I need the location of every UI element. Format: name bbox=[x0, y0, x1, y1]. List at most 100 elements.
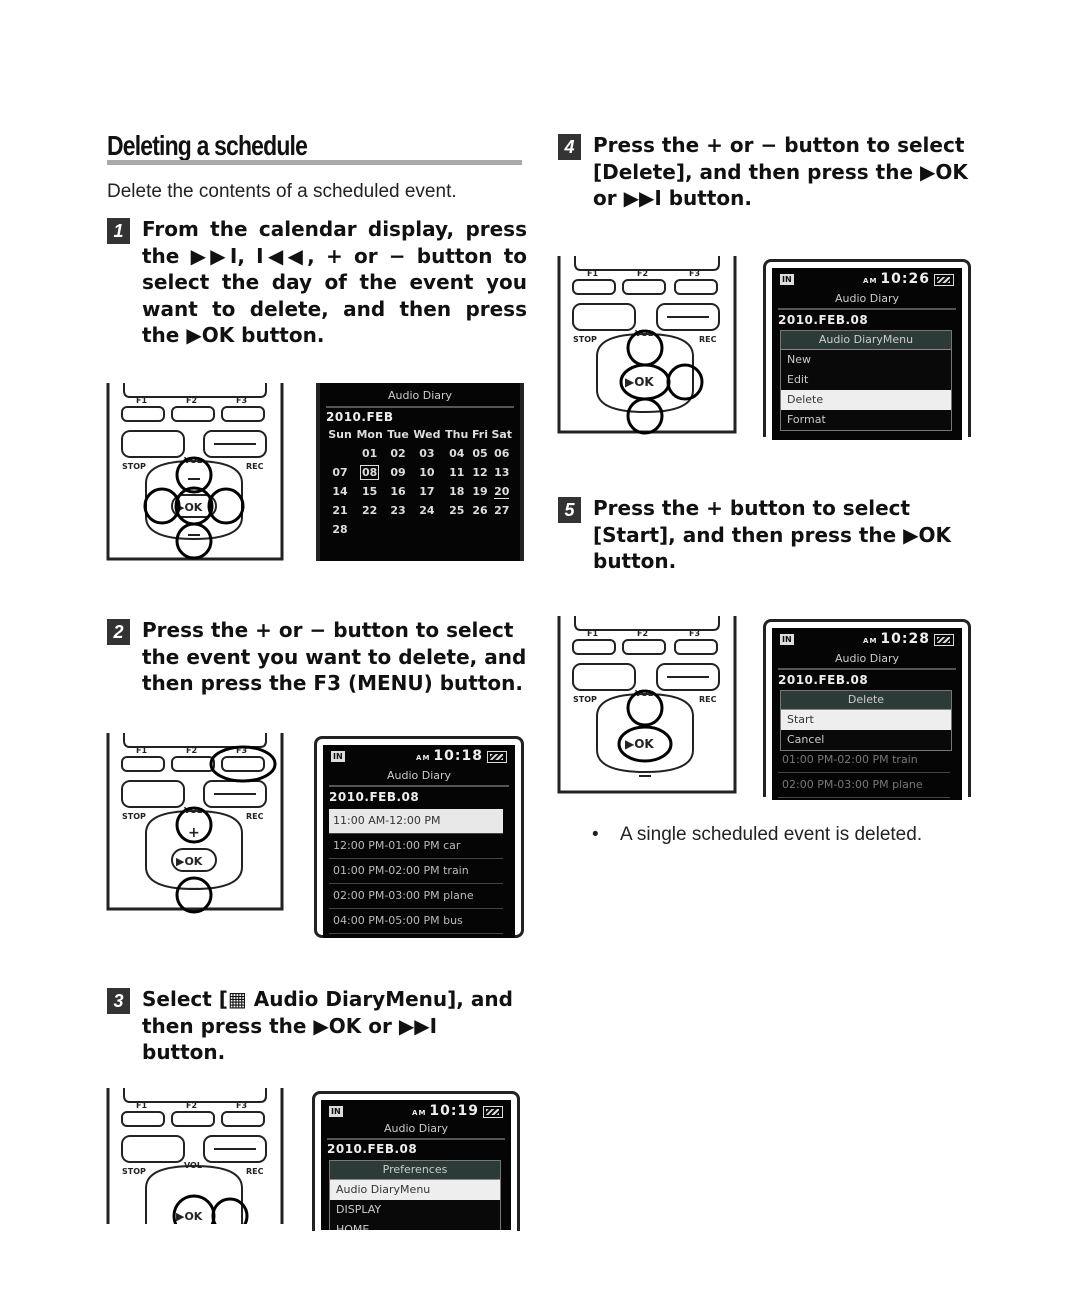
screen-date: 2010.FEB.08 bbox=[327, 1142, 418, 1156]
calendar-day[interactable]: 05 bbox=[471, 444, 490, 463]
event-row[interactable]: 02:00 PM-03:00 PM plane bbox=[329, 884, 503, 909]
delete-confirm-screen: IN AM 10:28 Audio Diary 2010.FEB.08 01:00… bbox=[772, 628, 962, 800]
clock: AM 10:28 bbox=[863, 631, 930, 647]
weekday-header: Wed bbox=[413, 428, 441, 441]
status-bar: IN AM 10:28 bbox=[780, 631, 954, 648]
calendar-day[interactable]: 26 bbox=[471, 501, 490, 520]
page-title: Deleting a schedule bbox=[107, 130, 308, 161]
menu-item[interactable]: Start bbox=[781, 710, 951, 730]
svg-text:▶OK: ▶OK bbox=[176, 855, 203, 868]
screen-date: 2010.FEB.08 bbox=[778, 313, 869, 327]
calendar-day[interactable]: 11 bbox=[443, 463, 471, 482]
weekday-header: Sun bbox=[328, 428, 352, 441]
calendar-day[interactable]: 27 bbox=[490, 501, 515, 520]
menu-item[interactable]: Cancel bbox=[781, 730, 951, 750]
svg-text:STOP: STOP bbox=[573, 335, 597, 344]
calendar-day[interactable]: 02 bbox=[385, 444, 411, 463]
calendar-day[interactable]: 19 bbox=[471, 482, 490, 501]
menu-item[interactable]: Delete bbox=[781, 390, 951, 410]
calendar-grid: Sun Mon Tue Wed Thu Fri Sat 01 02 03 04 05 06 07 08 09 1… bbox=[326, 425, 514, 539]
svg-text:−: − bbox=[188, 881, 200, 897]
svg-text:▶OK: ▶OK bbox=[625, 375, 654, 389]
calendar-day[interactable]: 23 bbox=[385, 501, 411, 520]
calendar-day[interactable]: 24 bbox=[411, 501, 443, 520]
calendar-day[interactable]: 25 bbox=[443, 501, 471, 520]
calendar-day[interactable]: 18 bbox=[443, 482, 471, 501]
calendar-day[interactable]: 16 bbox=[385, 482, 411, 501]
clock: AM 10:26 bbox=[863, 271, 930, 287]
battery-icon bbox=[487, 751, 507, 763]
svg-text:VOL: VOL bbox=[184, 1161, 202, 1170]
step-number: 1 bbox=[107, 218, 130, 244]
calendar-day[interactable]: 10 bbox=[411, 463, 443, 482]
calendar-day[interactable]: 12 bbox=[471, 463, 490, 482]
calendar-day[interactable]: 06 bbox=[490, 444, 515, 463]
calendar-day[interactable]: 04 bbox=[443, 444, 471, 463]
svg-text:F3: F3 bbox=[689, 269, 700, 278]
memory-indicator: IN bbox=[331, 751, 345, 762]
calendar-day[interactable]: 03 bbox=[411, 444, 443, 463]
step-3: 3 Select [▦ Audio DiaryMenu], and then p… bbox=[107, 986, 527, 1066]
event-row[interactable]: 11:00 AM-12:00 PM bbox=[329, 809, 503, 834]
calendar-day[interactable]: 21 bbox=[326, 501, 354, 520]
screen-title: Audio Diary bbox=[383, 1122, 449, 1135]
svg-text:STOP: STOP bbox=[573, 695, 597, 704]
svg-text:+: + bbox=[188, 825, 200, 841]
calendar-day[interactable]: 22 bbox=[354, 501, 385, 520]
battery-icon bbox=[934, 274, 954, 286]
svg-text:STOP: STOP bbox=[122, 1167, 146, 1176]
calendar-day[interactable]: 17 bbox=[411, 482, 443, 501]
menu-item[interactable]: Audio DiaryMenu bbox=[330, 1180, 500, 1200]
event-row[interactable]: 12:00 PM-01:00 PM car bbox=[329, 834, 503, 859]
f2-button bbox=[171, 406, 215, 422]
svg-text:F2: F2 bbox=[186, 396, 197, 405]
svg-text:▶OK: ▶OK bbox=[176, 1210, 203, 1223]
menu-item[interactable]: HOME bbox=[330, 1220, 500, 1230]
calendar-day[interactable]: 14 bbox=[326, 482, 354, 501]
note-text: A single scheduled event is deleted. bbox=[620, 824, 923, 845]
f3-button bbox=[221, 406, 265, 422]
svg-text:REC: REC bbox=[246, 462, 264, 471]
status-bar: IN AM 10:26 bbox=[780, 271, 954, 288]
calendar-day[interactable]: 13 bbox=[490, 463, 515, 482]
event-row[interactable]: 01:00 PM-02:00 PM train bbox=[329, 859, 503, 884]
background-event: 02:00 PM-03:00 PM plane bbox=[778, 773, 950, 798]
svg-text:F1: F1 bbox=[136, 1101, 147, 1110]
svg-text:REC: REC bbox=[699, 335, 717, 344]
screen-date: 2010.FEB.08 bbox=[329, 790, 420, 804]
weekday-header: Fri bbox=[471, 428, 488, 441]
battery-icon bbox=[483, 1106, 503, 1118]
calendar-empty bbox=[443, 520, 471, 539]
calendar-empty bbox=[490, 520, 515, 539]
step-text: From the calendar display, press the ▶▶I… bbox=[142, 217, 527, 347]
calendar-empty bbox=[326, 444, 354, 463]
delete-menu: Delete Start Cancel bbox=[780, 690, 952, 751]
preferences-menu: Preferences Audio DiaryMenu DISPLAY HOME bbox=[329, 1160, 501, 1230]
svg-text:F2: F2 bbox=[637, 629, 648, 638]
screen-title: Audio Diary bbox=[387, 389, 453, 402]
svg-text:F3: F3 bbox=[236, 1101, 247, 1110]
calendar-day[interactable]: 20 bbox=[490, 482, 515, 501]
clock: AM 10:19 bbox=[412, 1103, 479, 1119]
calendar-day[interactable]: 15 bbox=[354, 482, 385, 501]
event-row[interactable]: 04:00 PM-05:00 PM bus bbox=[329, 909, 503, 934]
menu-item[interactable]: New bbox=[781, 350, 951, 370]
battery-icon bbox=[934, 634, 954, 646]
step-text: Press the + or − button to select [Delet… bbox=[593, 133, 968, 210]
calendar-day[interactable]: 07 bbox=[326, 463, 354, 482]
menu-item[interactable]: DISPLAY bbox=[330, 1200, 500, 1220]
title-underline bbox=[107, 160, 522, 165]
svg-text:REC: REC bbox=[246, 812, 264, 821]
f1-button bbox=[121, 406, 165, 422]
menu-item[interactable]: Edit bbox=[781, 370, 951, 390]
menu-title: Preferences bbox=[330, 1161, 500, 1180]
calendar-day[interactable]: 08 bbox=[354, 463, 385, 482]
weekday-header: Sat bbox=[491, 428, 513, 441]
calendar-day[interactable]: 01 bbox=[354, 444, 385, 463]
menu-item[interactable]: Format bbox=[781, 410, 951, 430]
calendar-day[interactable]: 09 bbox=[385, 463, 411, 482]
calendar-empty bbox=[411, 520, 443, 539]
step-number: 3 bbox=[107, 988, 130, 1014]
calendar-day[interactable]: 28 bbox=[326, 520, 354, 539]
event-list-screen: IN AM 10:18 Audio Diary 2010.FEB.08 11:00… bbox=[323, 745, 515, 938]
